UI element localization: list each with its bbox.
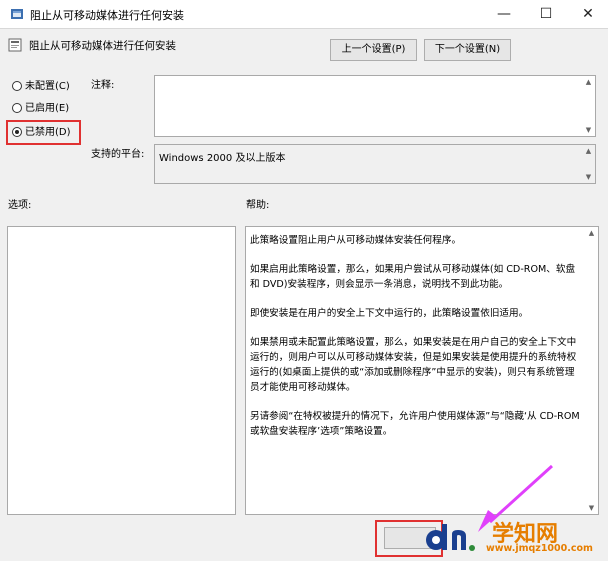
- options-label: 选项:: [8, 200, 32, 211]
- next-setting-button[interactable]: 下一个设置(N): [424, 39, 511, 61]
- previous-setting-button[interactable]: 上一个设置(P): [330, 39, 417, 61]
- help-label: 帮助:: [246, 200, 270, 211]
- options-pane: [7, 226, 236, 515]
- supported-platform-text: Windows 2000 及以上版本: [159, 153, 286, 164]
- supported-platform-box: Windows 2000 及以上版本 ▲ ▼: [154, 144, 596, 184]
- radio-label-disabled: 已禁用(D): [25, 127, 71, 138]
- policy-app-icon: [10, 7, 24, 21]
- help-paragraph: 如果禁用或未配置此策略设置，那么，如果安装是在用户自己的安全上下文中运行的，则用…: [250, 337, 577, 393]
- scroll-down-arrow-icon[interactable]: ▼: [582, 171, 595, 183]
- help-paragraph: 另请参阅“在特权被提升的情况下，允许用户使用媒体源”与“隐藏‘从 CD-ROM …: [250, 411, 580, 437]
- radio-label-not-configured: 未配置(C): [25, 81, 70, 92]
- window-title: 阻止从可移动媒体进行任何安装: [30, 9, 184, 22]
- comment-scrollbar[interactable]: ▲ ▼: [582, 76, 595, 136]
- radio-circle[interactable]: [12, 103, 22, 113]
- radio-circle[interactable]: [12, 81, 22, 91]
- scroll-down-arrow-icon[interactable]: ▼: [582, 124, 595, 136]
- radio-enabled[interactable]: 已启用(E): [12, 101, 69, 117]
- maximize-button[interactable]: ☐: [526, 0, 566, 28]
- scroll-up-arrow-icon[interactable]: ▲: [582, 76, 595, 88]
- dn-logo-icon: [422, 518, 482, 558]
- scroll-up-arrow-icon[interactable]: ▲: [582, 145, 595, 157]
- comment-textarea[interactable]: ▲ ▼: [154, 75, 596, 137]
- scroll-down-arrow-icon[interactable]: ▼: [585, 502, 598, 514]
- radio-disabled[interactable]: 已禁用(D): [12, 125, 71, 141]
- help-paragraph: 即使安装是在用户的安全上下文中运行的，此策略设置依旧适用。: [250, 308, 529, 319]
- title-bar: 阻止从可移动媒体进行任何安装 — ☐ ✕: [0, 0, 608, 28]
- close-button[interactable]: ✕: [568, 0, 608, 28]
- radio-not-configured[interactable]: 未配置(C): [12, 79, 70, 95]
- comment-label: 注释:: [91, 80, 115, 91]
- help-paragraph: 此策略设置阻止用户从可移动媒体安装任何程序。: [250, 235, 462, 246]
- help-text: 此策略设置阻止用户从可移动媒体安装任何程序。 如果启用此策略设置，那么，如果用户…: [246, 227, 584, 459]
- policy-title: 阻止从可移动媒体进行任何安装: [29, 40, 176, 52]
- radio-circle-selected[interactable]: [12, 127, 22, 137]
- help-scrollbar[interactable]: ▲ ▼: [585, 227, 598, 514]
- minimize-button[interactable]: —: [484, 0, 524, 28]
- radio-label-enabled: 已启用(E): [25, 103, 70, 114]
- policy-setting-icon: [8, 38, 22, 52]
- supported-on-label: 支持的平台:: [91, 149, 145, 160]
- platform-scrollbar[interactable]: ▲ ▼: [582, 145, 595, 183]
- help-paragraph: 如果启用此策略设置，那么，如果用户尝试从可移动媒体(如 CD-ROM、软盘和 D…: [250, 264, 576, 290]
- scroll-up-arrow-icon[interactable]: ▲: [585, 227, 598, 239]
- watermark-url: www.jmqz1000.com: [486, 543, 593, 554]
